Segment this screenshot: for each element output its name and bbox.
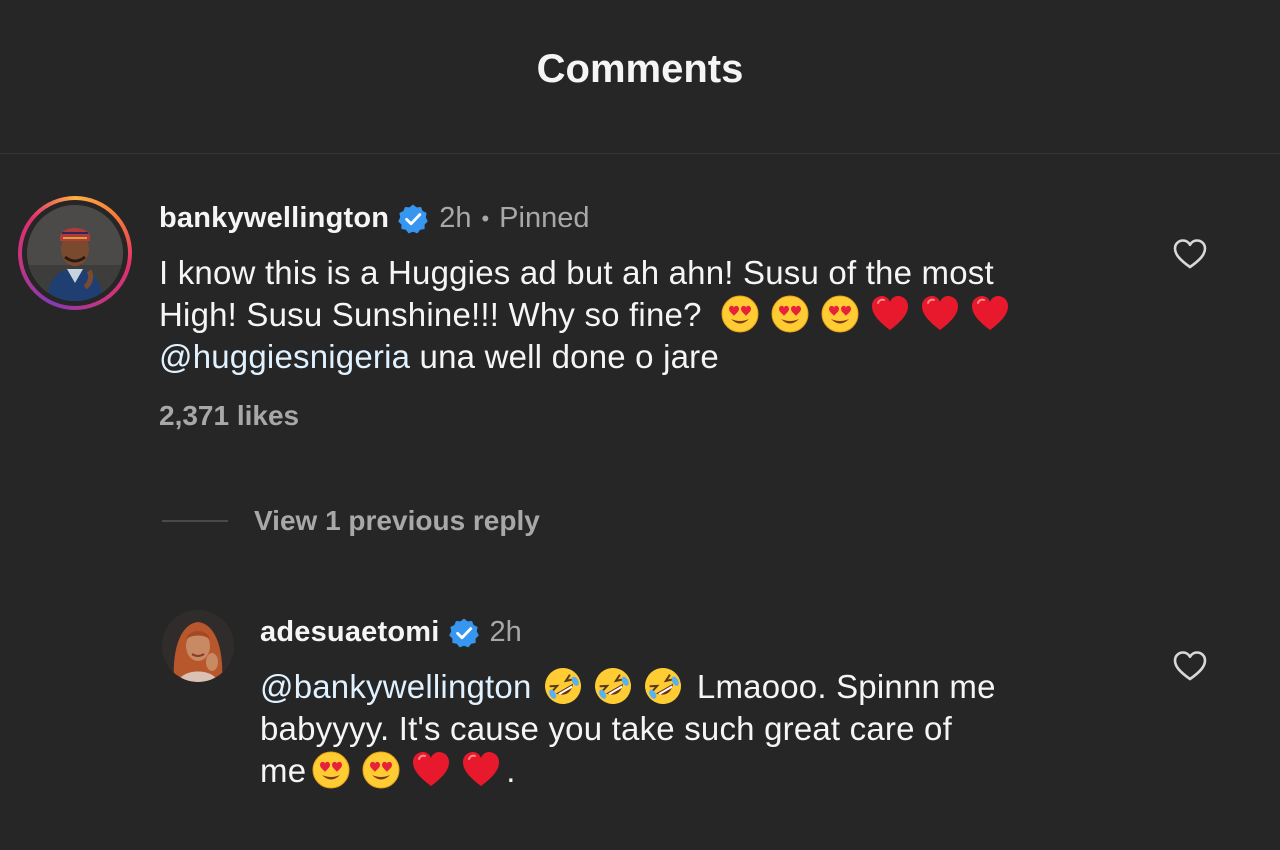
avatar: [27, 205, 123, 301]
verified-badge-icon: [398, 204, 428, 233]
avatar-image: [162, 610, 234, 682]
rofl-emoji-icon: [643, 666, 683, 706]
comment-item: bankywellington 2h • Pinned I know this …: [18, 196, 1258, 446]
mention-link[interactable]: @bankywellington: [260, 668, 532, 705]
heart-eyes-emoji-icon: [361, 750, 401, 790]
comment-meta: bankywellington 2h • Pinned: [159, 202, 589, 235]
comments-screen: Comments bankywellington 2h • Pinned I k…: [0, 0, 1280, 850]
reply-username[interactable]: adesuaetomi: [260, 616, 440, 649]
reply-meta: adesuaetomi 2h: [260, 616, 522, 649]
red-heart-emoji-icon: [411, 750, 451, 790]
heart-eyes-emoji-icon: [820, 294, 860, 334]
red-heart-emoji-icon: [970, 294, 1010, 334]
like-heart-icon[interactable]: [1172, 236, 1208, 272]
like-heart-icon[interactable]: [1172, 648, 1208, 684]
mention-link[interactable]: @huggiesnigeria: [159, 338, 410, 375]
comments-header: Comments: [0, 0, 1280, 154]
red-heart-emoji-icon: [920, 294, 960, 334]
reply-time: 2h: [489, 616, 522, 648]
heart-eyes-emoji-icon: [770, 294, 810, 334]
reply-item: adesuaetomi 2h @bankywellington Lmaooo. …: [162, 610, 1258, 810]
comment-time: 2h: [439, 202, 472, 234]
comment-text: I know this is a Huggies ad but ah ahn! …: [159, 252, 1139, 378]
avatar[interactable]: [162, 610, 234, 682]
red-heart-emoji-icon: [870, 294, 910, 334]
view-replies-label: View 1 previous reply: [254, 505, 540, 536]
heart-eyes-emoji-icon: [720, 294, 760, 334]
reply-divider-line: [162, 520, 228, 522]
heart-eyes-emoji-icon: [311, 750, 351, 790]
likes-count[interactable]: 2,371 likes: [159, 400, 299, 432]
pinned-label: Pinned: [499, 202, 590, 234]
avatar-image: [27, 205, 123, 301]
red-heart-emoji-icon: [461, 750, 501, 790]
verified-badge-icon: [448, 618, 479, 647]
reply-text: @bankywellington Lmaooo. Spinnn me babyy…: [260, 666, 1140, 792]
page-title: Comments: [536, 47, 744, 91]
rofl-emoji-icon: [593, 666, 633, 706]
view-previous-replies-button[interactable]: View 1 previous reply: [162, 505, 540, 537]
avatar-story-ring[interactable]: [18, 196, 132, 310]
rofl-emoji-icon: [543, 666, 583, 706]
separator-dot: •: [481, 205, 490, 231]
comment-username[interactable]: bankywellington: [159, 202, 389, 235]
